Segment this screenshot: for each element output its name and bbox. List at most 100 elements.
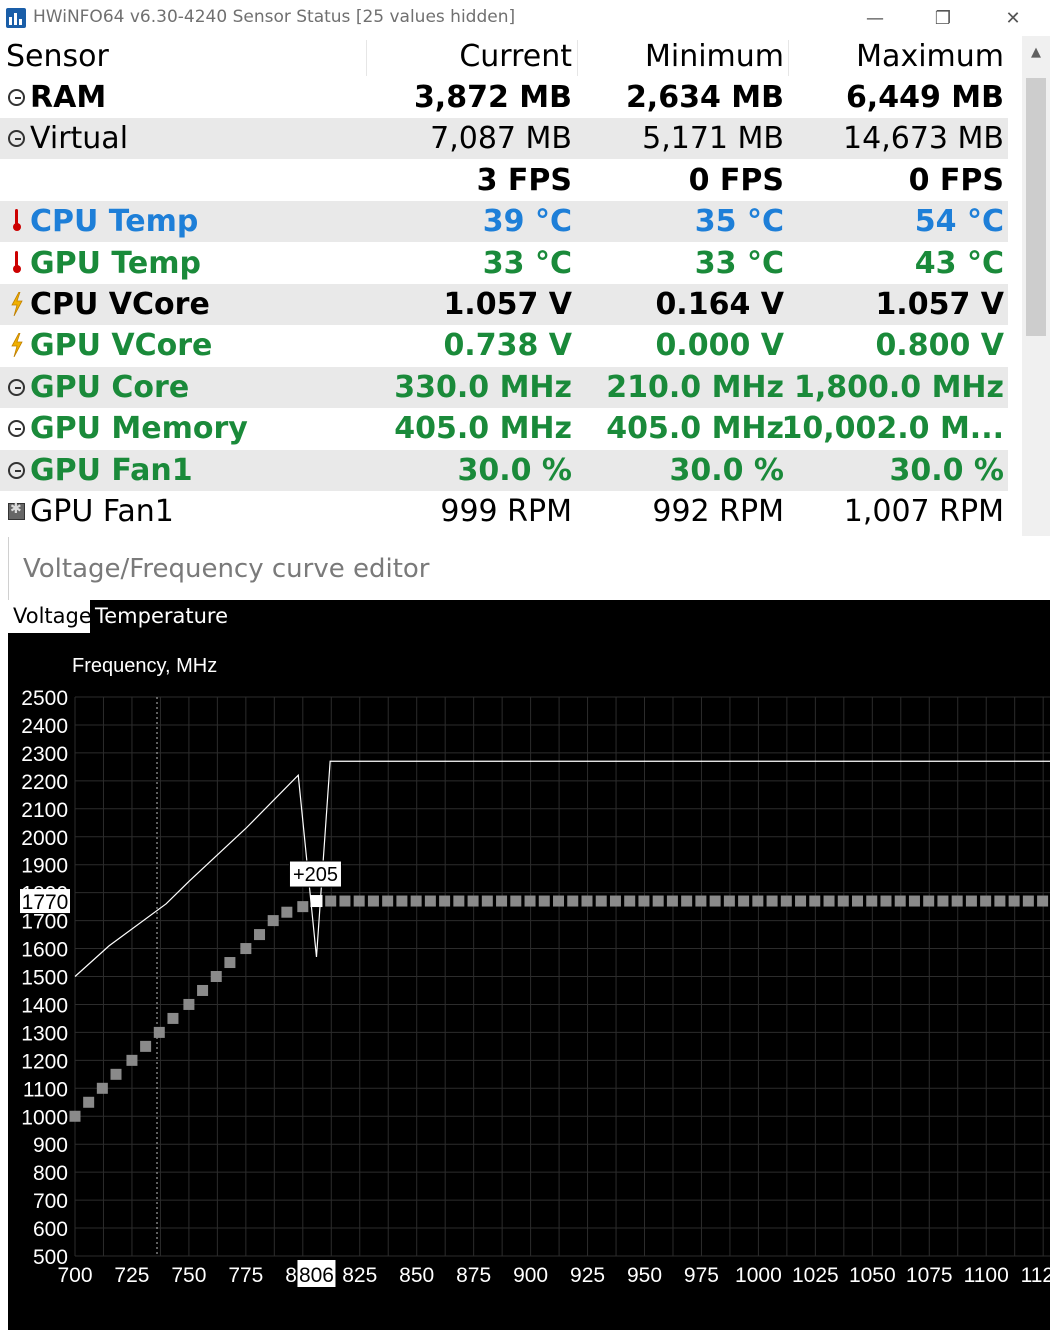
curve-point[interactable]	[240, 943, 252, 955]
curve-point[interactable]	[994, 895, 1006, 907]
curve-point[interactable]	[382, 895, 394, 907]
close-button[interactable]: ✕	[990, 0, 1036, 36]
curve-point[interactable]	[367, 895, 379, 907]
curve-point[interactable]	[666, 895, 678, 907]
curve-point[interactable]	[638, 895, 650, 907]
curve-point[interactable]	[524, 895, 536, 907]
curve-point[interactable]	[738, 895, 750, 907]
curve-point[interactable]	[866, 895, 878, 907]
column-header-current[interactable]: Current	[459, 36, 572, 77]
curve-point[interactable]	[980, 895, 992, 907]
curve-point[interactable]	[723, 895, 735, 907]
curve-point[interactable]	[937, 895, 949, 907]
sensor-name: CPU VCore	[30, 287, 210, 322]
curve-point[interactable]	[823, 895, 835, 907]
curve-point[interactable]	[923, 895, 935, 907]
curve-point[interactable]	[439, 895, 451, 907]
curve-point[interactable]	[339, 895, 351, 907]
curve-point[interactable]	[325, 895, 337, 907]
curve-point[interactable]	[809, 895, 821, 907]
curve-point[interactable]	[880, 895, 892, 907]
curve-point[interactable]	[410, 895, 422, 907]
curve-point[interactable]	[183, 998, 195, 1010]
curve-point[interactable]	[1022, 895, 1034, 907]
curve-point[interactable]	[69, 1110, 81, 1122]
curve-point[interactable]	[951, 895, 963, 907]
curve-point[interactable]	[581, 895, 593, 907]
curve-point[interactable]	[83, 1096, 95, 1108]
curve-point[interactable]	[695, 895, 707, 907]
curve-point[interactable]	[297, 901, 309, 913]
curve-point[interactable]	[396, 895, 408, 907]
curve-point[interactable]	[681, 895, 693, 907]
table-row[interactable]: Virtual 7,087 MB 5,171 MB 14,673 MB	[0, 118, 1008, 160]
vertical-scrollbar[interactable]: ▲	[1022, 36, 1050, 536]
curve-point[interactable]	[197, 984, 209, 996]
curve-point[interactable]	[96, 1082, 108, 1094]
column-divider[interactable]	[577, 40, 578, 76]
vf-curve-chart[interactable]: Frequency, MHz50060070080090010001100120…	[8, 633, 1050, 1330]
curve-point[interactable]	[780, 895, 792, 907]
scrollbar-thumb[interactable]	[1026, 78, 1046, 336]
curve-point[interactable]	[908, 895, 920, 907]
curve-point[interactable]	[609, 895, 621, 907]
curve-point[interactable]	[837, 895, 849, 907]
curve-point[interactable]	[709, 895, 721, 907]
curve-point[interactable]	[624, 895, 636, 907]
curve-point[interactable]	[167, 1012, 179, 1024]
table-row[interactable]: GPU Fan1 30.0 % 30.0 % 30.0 %	[0, 449, 1008, 491]
curve-point[interactable]	[510, 895, 522, 907]
curve-point[interactable]	[553, 895, 565, 907]
curve-point[interactable]	[1008, 895, 1020, 907]
scroll-up-arrow-icon[interactable]: ▲	[1022, 38, 1050, 66]
curve-point[interactable]	[353, 895, 365, 907]
table-row[interactable]: GPU Fan1 999 RPM 992 RPM 1,007 RPM	[0, 491, 1008, 532]
table-row[interactable]: 3 FPS 0 FPS 0 FPS	[0, 160, 1008, 201]
curve-point[interactable]	[894, 895, 906, 907]
curve-point[interactable]	[110, 1068, 122, 1080]
column-header-sensor[interactable]: Sensor	[6, 36, 109, 77]
sensor-name: GPU Memory	[30, 411, 248, 447]
curve-point[interactable]	[267, 915, 279, 927]
curve-point[interactable]	[481, 895, 493, 907]
selected-curve-point[interactable]	[310, 895, 323, 908]
curve-point[interactable]	[567, 895, 579, 907]
minimize-button[interactable]: —	[852, 0, 898, 36]
curve-point[interactable]	[496, 895, 508, 907]
column-divider[interactable]	[366, 40, 367, 76]
table-row[interactable]: GPU Core 330.0 MHz 210.0 MHz 1,800.0 MHz	[0, 366, 1008, 408]
table-row[interactable]: GPU Temp 33 °C 33 °C 43 °C	[0, 243, 1008, 284]
table-row[interactable]: GPU VCore 0.738 V 0.000 V 0.800 V	[0, 325, 1008, 366]
table-row[interactable]: CPU VCore 1.057 V 0.164 V 1.057 V	[0, 284, 1008, 325]
table-row[interactable]: GPU Memory 405.0 MHz 405.0 MHz 10,002.0 M..…	[0, 408, 1008, 449]
table-row[interactable]: RAM 3,872 MB 2,634 MB 6,449 MB	[0, 77, 1008, 118]
curve-point[interactable]	[595, 895, 607, 907]
curve-point[interactable]	[852, 895, 864, 907]
curve-point[interactable]	[126, 1054, 138, 1066]
curve-point[interactable]	[210, 971, 222, 982]
curve-point[interactable]	[965, 895, 977, 907]
curve-point[interactable]	[140, 1040, 152, 1052]
tab-temperature[interactable]: Temperature	[90, 600, 234, 633]
curve-point[interactable]	[453, 895, 465, 907]
table-row[interactable]: CPU Temp 39 °C 35 °C 54 °C	[0, 201, 1008, 243]
current-value: 33 °C	[482, 245, 572, 281]
column-header-minimum[interactable]: Minimum	[645, 36, 784, 77]
curve-point[interactable]	[153, 1026, 165, 1038]
curve-point[interactable]	[224, 957, 236, 969]
curve-point[interactable]	[752, 895, 764, 907]
curve-point[interactable]	[1037, 895, 1049, 907]
curve-plot-area[interactable]: Frequency, MHz 500 600 700 800 900 1000 1100 120…	[8, 633, 1050, 1330]
curve-point[interactable]	[652, 895, 664, 907]
curve-point[interactable]	[281, 906, 293, 918]
curve-point[interactable]	[766, 895, 778, 907]
curve-point[interactable]	[467, 895, 479, 907]
tab-voltage[interactable]: Voltage	[8, 600, 97, 633]
column-header-maximum[interactable]: Maximum	[856, 36, 1004, 77]
curve-point[interactable]	[424, 895, 436, 907]
curve-point[interactable]	[795, 895, 807, 907]
restore-button[interactable]: ❐	[920, 0, 966, 36]
column-divider[interactable]	[788, 40, 789, 76]
curve-point[interactable]	[254, 929, 266, 941]
curve-point[interactable]	[538, 895, 550, 907]
